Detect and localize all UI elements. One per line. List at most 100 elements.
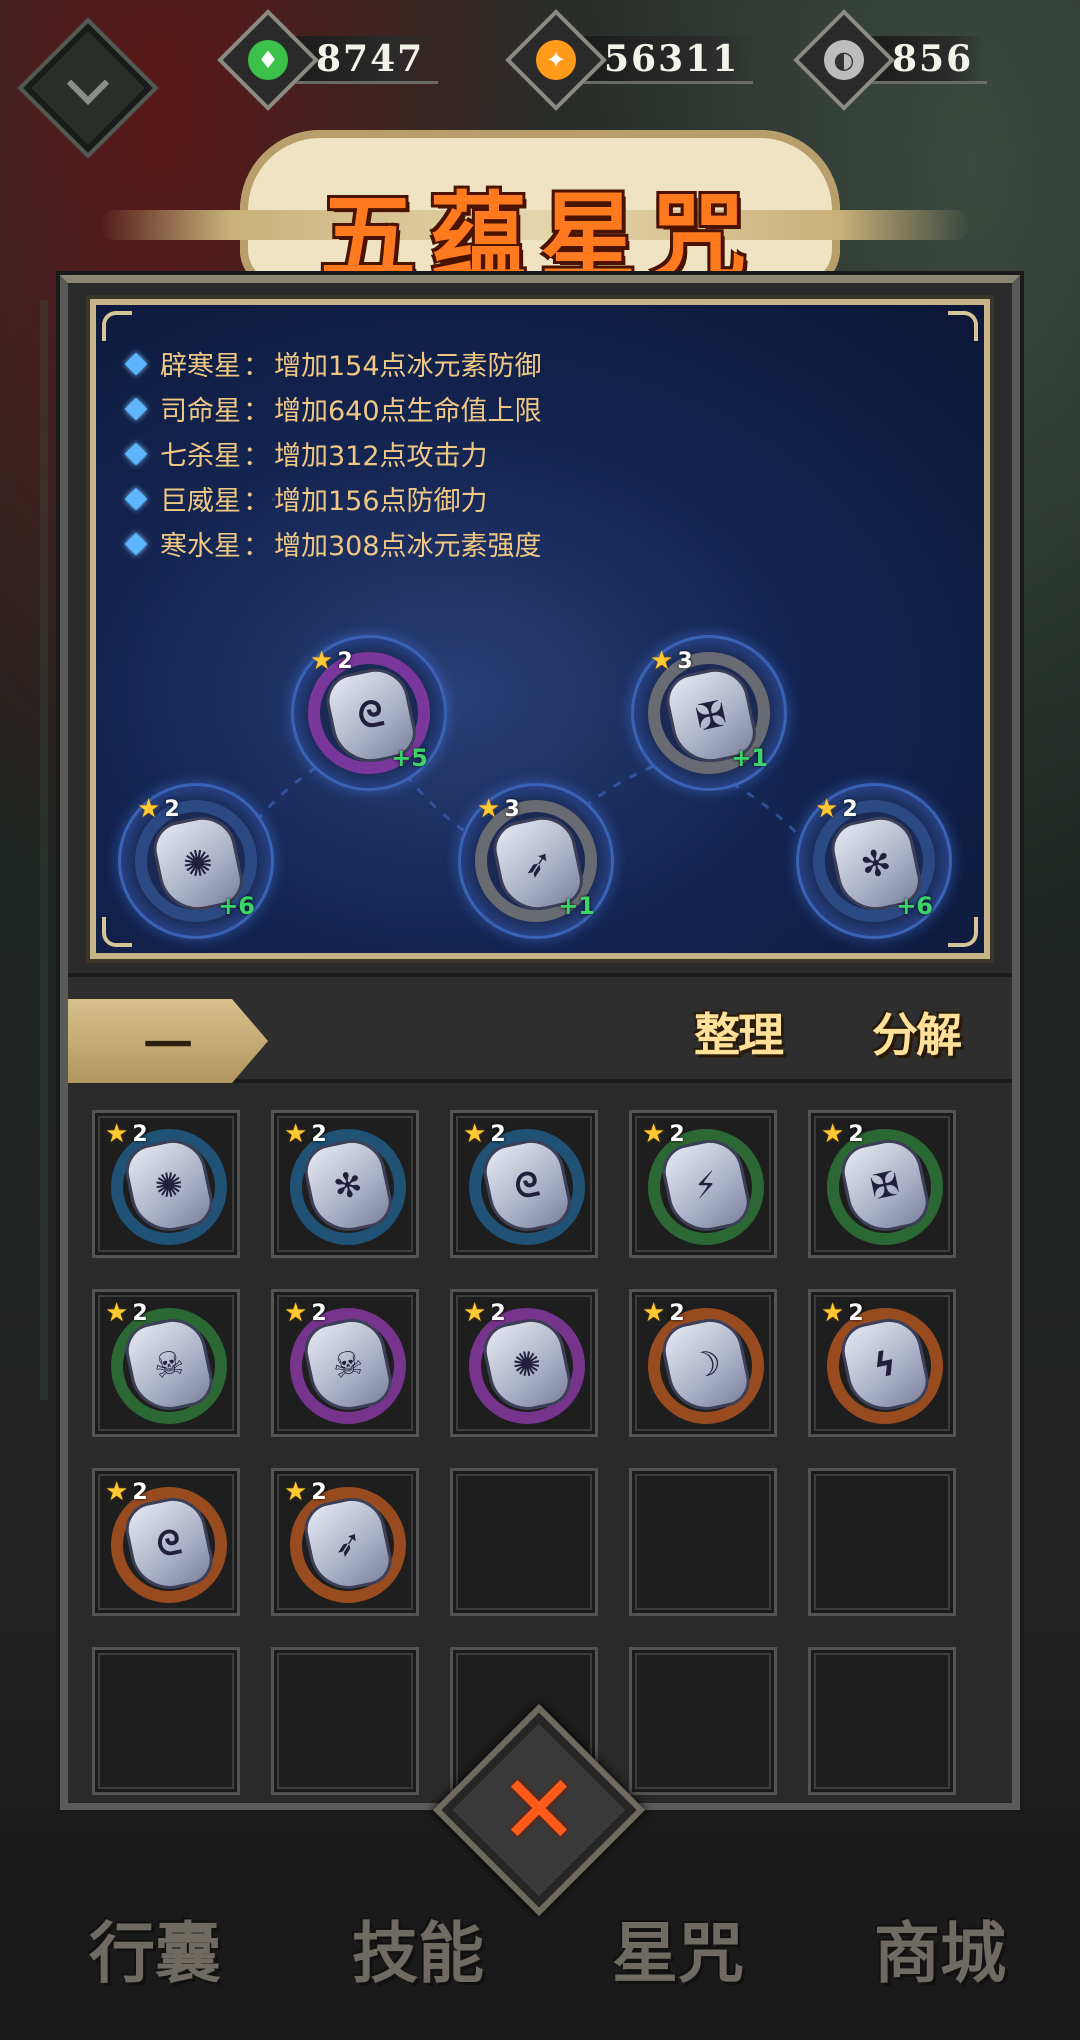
empty-slot[interactable] xyxy=(629,1647,777,1795)
star-icon: ★ xyxy=(463,1119,487,1149)
star-level-value: 2 xyxy=(848,1300,864,1326)
star-level: ★ 2 xyxy=(105,1477,148,1507)
star-icon: ★ xyxy=(105,1477,129,1507)
star-icon: ★ xyxy=(284,1119,308,1149)
star-icon: ★ xyxy=(650,646,674,676)
node-bonus: +5 xyxy=(391,744,428,772)
star-icon: ★ xyxy=(284,1298,308,1328)
star-level: ★ 2 xyxy=(310,646,353,676)
star-level: ★ 2 xyxy=(105,1298,148,1328)
silver-swirl-icon: ◐ xyxy=(824,40,864,80)
star-level-value: 2 xyxy=(311,1300,327,1326)
gold-frame: ✦ xyxy=(505,9,607,111)
star-node-1[interactable]: ✺ ★ 2 +6 xyxy=(118,783,274,939)
star-level-value: 2 xyxy=(337,648,353,674)
star-level-value: 2 xyxy=(669,1121,685,1147)
inventory-slot[interactable]: ᘓ ★ 2 xyxy=(450,1110,598,1258)
empty-slot[interactable] xyxy=(92,1647,240,1795)
inventory-slot[interactable]: ✺ ★ 2 xyxy=(450,1289,598,1437)
star-level-value: 2 xyxy=(164,796,180,822)
star-node-4[interactable]: ✠ ★ 3 +1 xyxy=(631,635,787,791)
star-level-value: 3 xyxy=(504,796,520,822)
star-icon: ★ xyxy=(477,794,501,824)
star-spell-panel: 辟寒星： 增加154点冰元素防御 司命星： 增加640点生命值上限 七杀星： 增… xyxy=(60,275,1020,1810)
green-drop-icon: ♦ xyxy=(248,40,288,80)
inventory-slot[interactable]: ✠ ★ 2 xyxy=(808,1110,956,1258)
nav-shop[interactable]: 商城 xyxy=(840,1900,1040,1996)
star-icon: ★ xyxy=(821,1298,845,1328)
star-level: ★ 2 xyxy=(105,1119,148,1149)
star-level: ★ 2 xyxy=(137,794,180,824)
inventory-slot[interactable]: ✺ ★ 2 xyxy=(92,1110,240,1258)
star-level: ★ 2 xyxy=(821,1119,864,1149)
star-level: ★ 2 xyxy=(642,1298,685,1328)
empty-slot[interactable] xyxy=(808,1647,956,1795)
empty-slot[interactable] xyxy=(271,1647,419,1795)
nav-bag[interactable]: 行囊 xyxy=(55,1900,255,1996)
star-level-value: 2 xyxy=(848,1121,864,1147)
star-level: ★ 3 xyxy=(650,646,693,676)
node-bonus: +6 xyxy=(896,892,933,920)
star-node-2[interactable]: ᘓ ★ 2 +5 xyxy=(291,635,447,791)
empty-slot[interactable] xyxy=(629,1468,777,1616)
star-icon: ★ xyxy=(310,646,334,676)
empty-slot[interactable] xyxy=(808,1468,956,1616)
star-icon: ★ xyxy=(821,1119,845,1149)
node-bonus: +6 xyxy=(218,892,255,920)
star-level: ★ 3 xyxy=(477,794,520,824)
close-icon: ✕ xyxy=(498,1754,580,1866)
inventory-slot[interactable]: ϟ ★ 2 xyxy=(808,1289,956,1437)
star-icon: ★ xyxy=(105,1119,129,1149)
inventory-slot[interactable]: ☠ ★ 2 xyxy=(92,1289,240,1437)
star-level-value: 2 xyxy=(669,1300,685,1326)
star-level: ★ 2 xyxy=(463,1119,506,1149)
sort-button[interactable]: 整理 xyxy=(648,987,808,1077)
chevron-down-icon xyxy=(66,62,110,105)
jade-frame: ♦ xyxy=(217,9,319,111)
star-level: ★ 2 xyxy=(284,1477,327,1507)
star-icon: ★ xyxy=(463,1298,487,1328)
decompose-button[interactable]: 分解 xyxy=(826,987,986,1077)
star-level-value: 2 xyxy=(132,1121,148,1147)
node-bonus: +1 xyxy=(731,744,768,772)
gold-coin-icon: ✦ xyxy=(536,40,576,80)
currency-jade[interactable]: ♦ 8747 xyxy=(217,9,439,111)
star-map: 辟寒星： 增加154点冰元素防御 司命星： 增加640点生命值上限 七杀星： 增… xyxy=(86,295,994,963)
silver-frame: ◐ xyxy=(793,9,895,111)
inventory-slot[interactable]: ➶ ★ 2 xyxy=(271,1468,419,1616)
star-icon: ★ xyxy=(642,1119,666,1149)
star-level-value: 2 xyxy=(842,796,858,822)
star-node-5[interactable]: ✻ ★ 2 +6 xyxy=(796,783,952,939)
star-level: ★ 2 xyxy=(284,1119,327,1149)
star-level-value: 2 xyxy=(311,1121,327,1147)
inventory-slot[interactable]: ☽ ★ 2 xyxy=(629,1289,777,1437)
star-level: ★ 2 xyxy=(463,1298,506,1328)
grade-filter-tab[interactable]: 一 xyxy=(68,999,268,1083)
star-icon: ★ xyxy=(815,794,839,824)
nav-spells[interactable]: 星咒 xyxy=(578,1900,778,1996)
inventory-slot[interactable]: ᘓ ★ 2 xyxy=(92,1468,240,1616)
star-icon: ★ xyxy=(105,1298,129,1328)
node-bonus: +1 xyxy=(558,892,595,920)
star-level: ★ 2 xyxy=(815,794,858,824)
star-level-value: 2 xyxy=(132,1479,148,1505)
star-level-value: 2 xyxy=(311,1479,327,1505)
currency-gold[interactable]: ✦ 56311 xyxy=(505,9,754,111)
nav-skills[interactable]: 技能 xyxy=(318,1900,518,1996)
top-bar: ♦ 8747 ✦ 56311 ◐ 856 xyxy=(0,0,1080,159)
filter-bar: 一 整理 分解 xyxy=(68,973,1012,1083)
inventory-slot[interactable]: ⚡ ★ 2 xyxy=(629,1110,777,1258)
star-level: ★ 2 xyxy=(642,1119,685,1149)
star-level: ★ 2 xyxy=(821,1298,864,1328)
star-node-3[interactable]: ➶ ★ 3 +1 xyxy=(458,783,614,939)
empty-slot[interactable] xyxy=(450,1468,598,1616)
star-level-value: 2 xyxy=(132,1300,148,1326)
currency-silver[interactable]: ◐ 856 xyxy=(793,9,988,111)
star-level-value: 3 xyxy=(677,648,693,674)
title-banner: 五蕴星咒 xyxy=(0,110,1080,294)
inventory-slot[interactable]: ☠ ★ 2 xyxy=(271,1289,419,1437)
rune-inventory: ✺ ★ 2 ✻ ★ 2 ᘓ ★ 2 ⚡ ★ 2 ✠ ★ 2 ☠ ★ 2 ☠ ★ … xyxy=(68,1088,1012,1803)
star-icon: ★ xyxy=(284,1477,308,1507)
inventory-slot[interactable]: ✻ ★ 2 xyxy=(271,1110,419,1258)
star-level-value: 2 xyxy=(490,1300,506,1326)
